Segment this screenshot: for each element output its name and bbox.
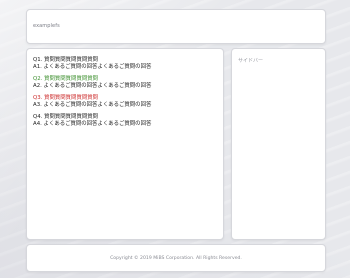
- faq-list: Q1. 質問質問質問質問質問 A1. よくあるご質問の回答よくあるご質問の回答 …: [33, 57, 151, 133]
- faq-question-2: Q2. 質問質問質問質問質問: [33, 76, 99, 82]
- faq-answer-4: A4. よくあるご質問の回答よくあるご質問の回答: [33, 121, 152, 127]
- faq-item-4: Q4. 質問質問質問質問質問 A4. よくあるご質問の回答よくあるご質問の回答: [33, 114, 151, 128]
- faq-question-4: Q4. 質問質問質問質問質問: [33, 114, 99, 120]
- faq-question-3: Q3. 質問質問質問質問質問: [33, 95, 99, 101]
- copyright-text: Copyright © 2019 MiBS Corporation. All R…: [110, 256, 242, 261]
- faq-item-3: Q3. 質問質問質問質問質問 A3. よくあるご質問の回答よくあるご質問の回答: [33, 95, 151, 109]
- footer-panel: Copyright © 2019 MiBS Corporation. All R…: [26, 244, 326, 272]
- site-title[interactable]: examplefs: [33, 23, 60, 29]
- main-content-panel: Q1. 質問質問質問質問質問 A1. よくあるご質問の回答よくあるご質問の回答 …: [26, 48, 224, 240]
- sidebar-panel: サイドバー: [231, 48, 326, 240]
- faq-answer-3: A3. よくあるご質問の回答よくあるご質問の回答: [33, 102, 152, 108]
- sidebar-title: サイドバー: [238, 58, 264, 64]
- faq-answer-2: A2. よくあるご質問の回答よくあるご質問の回答: [33, 83, 152, 89]
- header-panel: examplefs: [26, 9, 326, 44]
- faq-item-1: Q1. 質問質問質問質問質問 A1. よくあるご質問の回答よくあるご質問の回答: [33, 57, 151, 71]
- faq-item-2: Q2. 質問質問質問質問質問 A2. よくあるご質問の回答よくあるご質問の回答: [33, 76, 151, 90]
- faq-answer-1: A1. よくあるご質問の回答よくあるご質問の回答: [33, 64, 152, 70]
- faq-question-1: Q1. 質問質問質問質問質問: [33, 57, 99, 63]
